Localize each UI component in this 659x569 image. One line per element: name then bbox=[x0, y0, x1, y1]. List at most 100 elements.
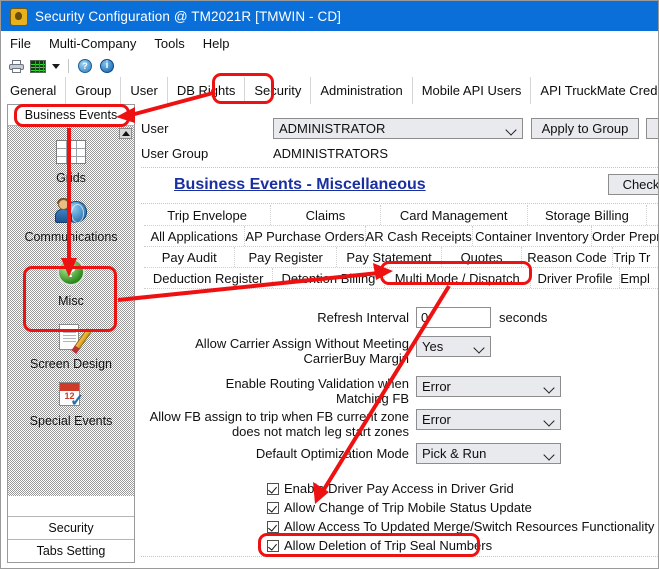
user-combo[interactable]: ADMINISTRATOR bbox=[273, 118, 523, 139]
apply-to-group-button[interactable]: Apply to Group bbox=[531, 118, 639, 139]
main-tab-user[interactable]: User bbox=[121, 77, 167, 104]
inner-tab-detention-billing[interactable]: Detention Billing bbox=[273, 268, 384, 288]
allow-carrier-assign-combo[interactable]: Yes bbox=[416, 336, 491, 357]
allow-carrier-assign-value: Yes bbox=[422, 339, 443, 354]
inner-tab-reason-code[interactable]: Reason Code bbox=[522, 247, 613, 267]
inner-tab-pay-audit[interactable]: Pay Audit bbox=[144, 247, 235, 267]
chevron-down-icon bbox=[52, 64, 60, 69]
checkbox-icon[interactable] bbox=[267, 540, 279, 552]
inner-tab-panel: Trip Envelope Claims Card Management Sto… bbox=[144, 205, 659, 289]
page-title: Business Events - Miscellaneous bbox=[174, 176, 426, 194]
toolbar-dropdown-button[interactable] bbox=[49, 56, 63, 76]
inner-tab-card-management[interactable]: Card Management bbox=[381, 205, 528, 225]
inner-tab-deduction-register[interactable]: Deduction Register bbox=[144, 268, 273, 288]
menu-item-multi-company[interactable]: Multi-Company bbox=[40, 34, 145, 53]
toolbar: ? i bbox=[1, 55, 659, 78]
chevron-down-icon bbox=[545, 383, 554, 392]
shield-badge-icon bbox=[9, 7, 27, 25]
sidebar-item-label: Misc bbox=[58, 294, 84, 308]
print-button[interactable] bbox=[5, 56, 27, 76]
inner-tab-ap-purchase-orders[interactable]: AP Purchase Orders bbox=[245, 226, 365, 246]
user-label: User bbox=[141, 121, 273, 136]
checkbox-label: Allow Change of Trip Mobile Status Updat… bbox=[284, 500, 532, 515]
sidebar-item-special-events[interactable]: 12 ✓ Special Events bbox=[8, 379, 134, 428]
default-optimization-mode-combo[interactable]: Pick & Run bbox=[416, 443, 561, 464]
sidebar-item-label: Special Events bbox=[30, 414, 113, 428]
title-bar: Security Configuration @ TM2021R [TMWIN … bbox=[1, 1, 659, 31]
menu-item-tools[interactable]: Tools bbox=[145, 34, 193, 53]
sidebar-header-business-events[interactable]: Business Events bbox=[8, 105, 134, 126]
inner-tab-pay-register[interactable]: Pay Register bbox=[235, 247, 336, 267]
checkbox-allow-change-of-trip-mobile-status-update[interactable]: Allow Change of Trip Mobile Status Updat… bbox=[267, 498, 654, 517]
scroll-up-arrow-icon[interactable] bbox=[119, 128, 132, 139]
checkbox-icon[interactable] bbox=[267, 521, 279, 533]
sidebar-footer-tabs-setting[interactable]: Tabs Setting bbox=[8, 539, 134, 562]
main-tab-api-truckmate-credentials[interactable]: API TruckMate Credentials bbox=[531, 77, 659, 104]
inner-tab-order-preprocessing[interactable]: Order Preproc bbox=[592, 226, 659, 246]
info-icon: i bbox=[100, 59, 114, 73]
allow-carrier-assign-row: Allow Carrier Assign Without Meeting Car… bbox=[141, 336, 659, 366]
sidebar-item-label: Grids bbox=[56, 171, 86, 185]
chevron-down-icon bbox=[545, 450, 554, 459]
checkbox-group: Enable Driver Pay Access in Driver Grid … bbox=[267, 479, 654, 555]
check-button[interactable]: Check bbox=[608, 174, 659, 195]
allow-fb-assign-label: Allow FB assign to trip when FB current … bbox=[141, 409, 409, 439]
menu-item-help[interactable]: Help bbox=[194, 34, 239, 53]
main-tab-db-rights[interactable]: DB Rights bbox=[168, 77, 246, 104]
sidebar-footer: Security Tabs Setting bbox=[8, 516, 134, 562]
inner-tab-row-1: Trip Envelope Claims Card Management Sto… bbox=[144, 205, 659, 226]
inner-tab-row-4: Deduction Register Detention Billing Mul… bbox=[144, 268, 659, 289]
checkbox-enable-driver-pay-access[interactable]: Enable Driver Pay Access in Driver Grid bbox=[267, 479, 654, 498]
sidebar-item-grids[interactable]: Grids bbox=[8, 136, 134, 185]
inner-tab-container-inventory[interactable]: Container Inventory bbox=[473, 226, 592, 246]
divider bbox=[141, 556, 659, 557]
toolbar-separator bbox=[68, 59, 69, 73]
inner-tab-driver-profile[interactable]: Driver Profile bbox=[531, 268, 620, 288]
checkbox-allow-access-to-updated-merge-switch-resources[interactable]: Allow Access To Updated Merge/Switch Res… bbox=[267, 517, 654, 536]
inner-tab-storage-billing[interactable]: Storage Billing bbox=[528, 205, 647, 225]
inner-tab-trip-envelope[interactable]: Trip Envelope bbox=[144, 205, 271, 225]
monitor-button[interactable] bbox=[27, 56, 49, 76]
enable-routing-validation-combo[interactable]: Error bbox=[416, 376, 561, 397]
refresh-interval-field[interactable]: 0 bbox=[416, 307, 491, 328]
help-button[interactable]: ? bbox=[74, 56, 96, 76]
communications-icon bbox=[54, 195, 88, 227]
inner-tab-row-2: All Applications AP Purchase Orders AR C… bbox=[144, 226, 659, 247]
inner-tab-ar-cash-receipts[interactable]: AR Cash Receipts bbox=[366, 226, 473, 246]
security-configuration-window: Security Configuration @ TM2021R [TMWIN … bbox=[0, 0, 659, 569]
chevron-down-icon bbox=[507, 125, 516, 134]
menu-item-file[interactable]: File bbox=[1, 34, 40, 53]
chevron-down-icon bbox=[545, 416, 554, 425]
divider bbox=[141, 167, 659, 168]
checkbox-allow-deletion-of-trip-seal-numbers[interactable]: Allow Deletion of Trip Seal Numbers bbox=[267, 536, 654, 555]
sidebar-item-misc[interactable]: ? Misc bbox=[8, 256, 134, 308]
divider bbox=[141, 203, 659, 204]
inner-tab-all-applications[interactable]: All Applications bbox=[144, 226, 245, 246]
sidebar-footer-security[interactable]: Security bbox=[8, 516, 134, 539]
info-button[interactable]: i bbox=[96, 56, 118, 76]
main-tab-mobile-api-users[interactable]: Mobile API Users bbox=[413, 77, 532, 104]
main-tab-security[interactable]: Security bbox=[245, 77, 311, 104]
sidebar-item-communications[interactable]: Communications bbox=[8, 195, 134, 244]
refresh-interval-suffix: seconds bbox=[499, 310, 547, 325]
user-combo-value: ADMINISTRATOR bbox=[279, 121, 385, 136]
inner-tab-pay-statement[interactable]: Pay Statement bbox=[337, 247, 442, 267]
inner-tab-trip-tracing[interactable]: Trip Tr bbox=[613, 247, 659, 267]
special-events-calendar-icon: 12 ✓ bbox=[54, 379, 88, 411]
checkbox-icon[interactable] bbox=[267, 502, 279, 514]
inner-tab-employee[interactable]: Empl bbox=[620, 268, 659, 288]
inner-tab-claims[interactable]: Claims bbox=[271, 205, 380, 225]
sidebar-item-screen-design[interactable]: Screen Design bbox=[8, 322, 134, 371]
allow-fb-assign-combo[interactable]: Error bbox=[416, 409, 561, 430]
main-tab-strip: General Group User DB Rights Security Ad… bbox=[1, 77, 659, 104]
main-tab-administration[interactable]: Administration bbox=[311, 77, 412, 104]
default-optimization-mode-row: Default Optimization Mode Pick & Run bbox=[141, 443, 659, 464]
inner-tab-quotes[interactable]: Quotes bbox=[442, 247, 522, 267]
main-tab-group[interactable]: Group bbox=[66, 77, 121, 104]
allow-fb-assign-value: Error bbox=[422, 412, 451, 427]
checkbox-icon[interactable] bbox=[267, 483, 279, 495]
inner-tab-overflow[interactable] bbox=[647, 205, 659, 225]
apply-button[interactable]: A bbox=[646, 118, 659, 139]
inner-tab-multi-mode-dispatch[interactable]: Multi Mode / Dispatch bbox=[385, 268, 531, 288]
main-tab-general[interactable]: General bbox=[1, 77, 66, 104]
